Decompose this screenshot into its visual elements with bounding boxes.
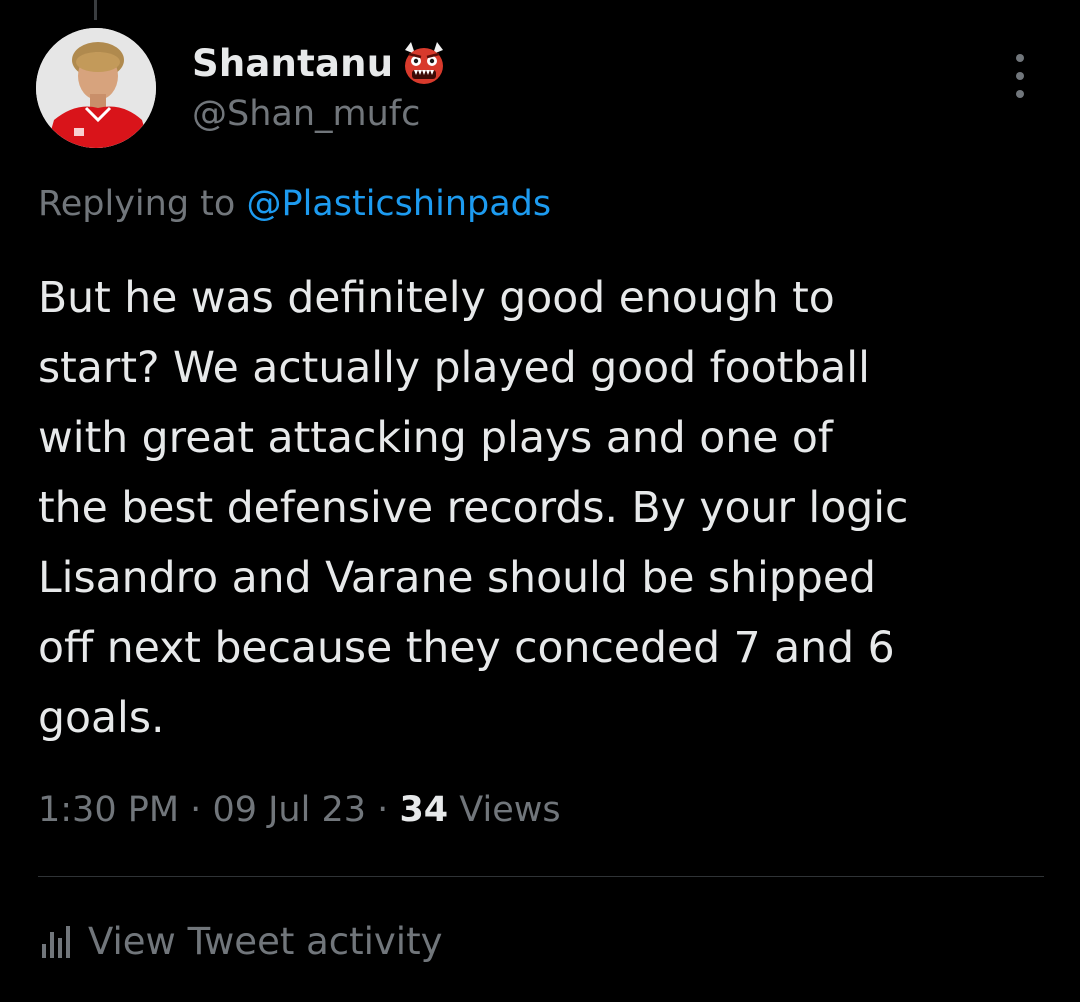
author-handle[interactable]: @Shan_mufc	[192, 94, 420, 134]
more-vertical-icon-dot	[1016, 72, 1024, 80]
avatar-photo	[36, 28, 156, 148]
author-name-row[interactable]: Shantanu	[192, 40, 449, 86]
meta-separator: ·	[377, 790, 389, 830]
replying-to-mention-link[interactable]: @Plasticshinpads	[246, 184, 551, 224]
replying-to: Replying to @Plasticshinpads	[38, 184, 551, 224]
divider	[38, 876, 1044, 877]
tweet-time[interactable]: 1:30 PM	[38, 790, 179, 830]
thread-connector-line	[94, 0, 97, 20]
more-options-button[interactable]	[1000, 54, 1040, 98]
views-label: Views	[459, 790, 561, 830]
replying-to-label: Replying to	[38, 184, 236, 224]
views-count: 34	[399, 790, 449, 830]
more-vertical-icon	[1016, 54, 1024, 62]
avatar[interactable]	[36, 28, 156, 148]
view-tweet-activity-button[interactable]: View Tweet activity	[38, 920, 442, 963]
tweet-meta: 1:30 PM · 09 Jul 23 · 34 Views	[38, 790, 561, 830]
author-display-name[interactable]: Shantanu	[192, 42, 393, 85]
more-vertical-icon-dot	[1016, 90, 1024, 98]
tweet-date[interactable]: 09 Jul 23	[212, 790, 366, 830]
tweet-text: But he was definitely good enough to sta…	[38, 274, 909, 743]
bar-chart-icon	[38, 922, 74, 962]
view-tweet-activity-label: View Tweet activity	[88, 920, 443, 963]
ogre-emoji-icon	[399, 40, 449, 86]
meta-separator: ·	[190, 790, 202, 830]
